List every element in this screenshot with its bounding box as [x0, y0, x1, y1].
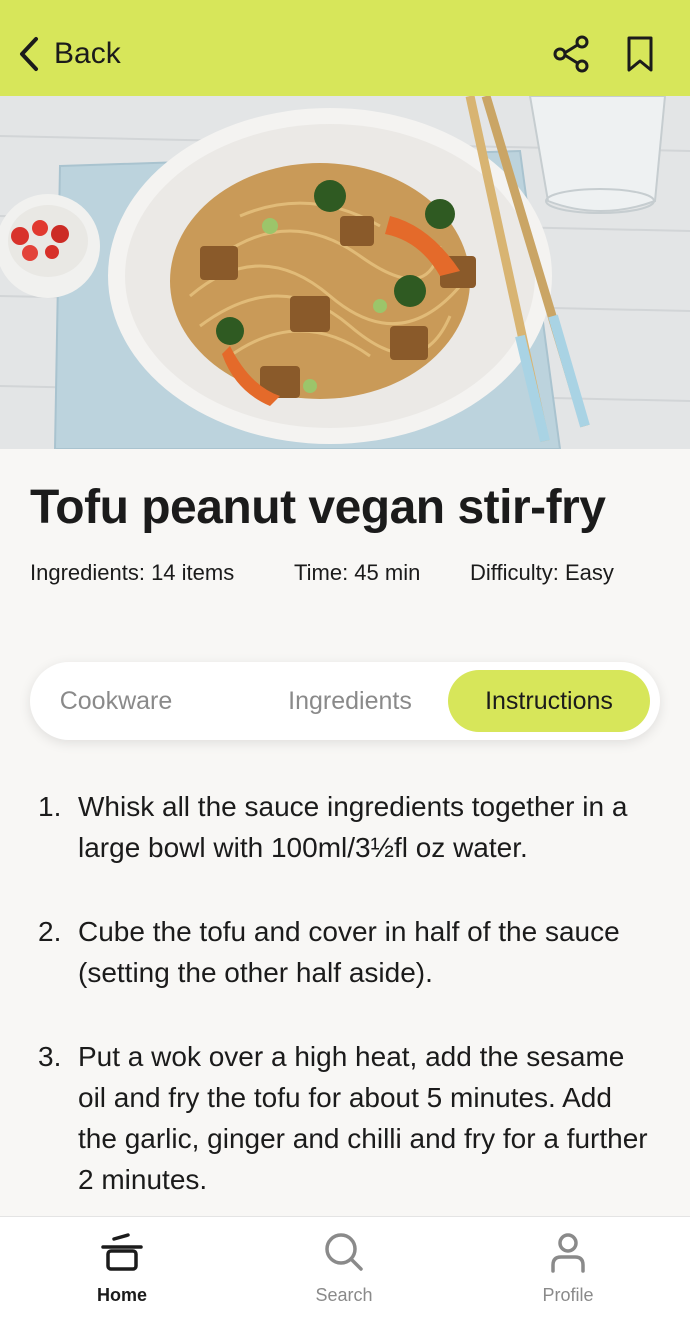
top-bar: Back [0, 0, 690, 96]
recipe-screen: Back Tofu peanut vegan stir-fry Ingredie… [0, 0, 690, 1325]
step-number: 3. [38, 1041, 62, 1072]
recipe-hero-image [0, 96, 690, 449]
nav-profile-label: Profile [542, 1285, 594, 1305]
step-text: Whisk all the sauce ingredients together… [78, 791, 628, 863]
nav-search-label: Search [315, 1285, 373, 1305]
bookmark-icon [627, 36, 653, 72]
recipe-title: Tofu peanut vegan stir-fry [30, 481, 606, 534]
nav-home-label: Home [96, 1285, 147, 1305]
back-label: Back [54, 37, 121, 70]
user-icon [551, 1233, 585, 1273]
cook-time: Time: 45 min [294, 560, 421, 585]
share-button[interactable] [551, 34, 591, 74]
search-icon [325, 1233, 363, 1271]
step-number: 2. [38, 916, 62, 947]
instruction-step: 3. Put a wok over a high heat, add the s… [38, 1036, 658, 1200]
recipe-tabs: Cookware Ingredients Instructions [30, 662, 660, 740]
tab-cookware[interactable]: Cookware [36, 670, 196, 732]
share-icon [553, 35, 589, 73]
instructions-list: 1. Whisk all the sauce ingredients toget… [38, 786, 658, 1243]
nav-home[interactable]: Home [62, 1229, 182, 1319]
instruction-step: 2. Cube the tofu and cover in half of th… [38, 911, 658, 993]
tab-instructions[interactable]: Instructions [448, 670, 650, 732]
step-text: Cube the tofu and cover in half of the s… [78, 916, 620, 988]
ingredients-count: Ingredients: 14 items [30, 560, 235, 585]
bookmark-button[interactable] [620, 34, 660, 74]
tab-ingredients[interactable]: Ingredients [250, 670, 450, 732]
nav-profile[interactable]: Profile [508, 1229, 628, 1319]
step-number: 1. [38, 791, 62, 822]
step-text: Put a wok over a high heat, add the sesa… [78, 1041, 648, 1195]
chevron-left-icon [20, 37, 38, 71]
back-button[interactable]: Back [14, 26, 121, 82]
difficulty: Difficulty: Easy [470, 560, 614, 585]
bottom-nav: Home Search Profile [0, 1216, 690, 1325]
nav-search[interactable]: Search [284, 1229, 404, 1319]
pot-icon [101, 1233, 143, 1271]
instruction-step: 1. Whisk all the sauce ingredients toget… [38, 786, 658, 868]
